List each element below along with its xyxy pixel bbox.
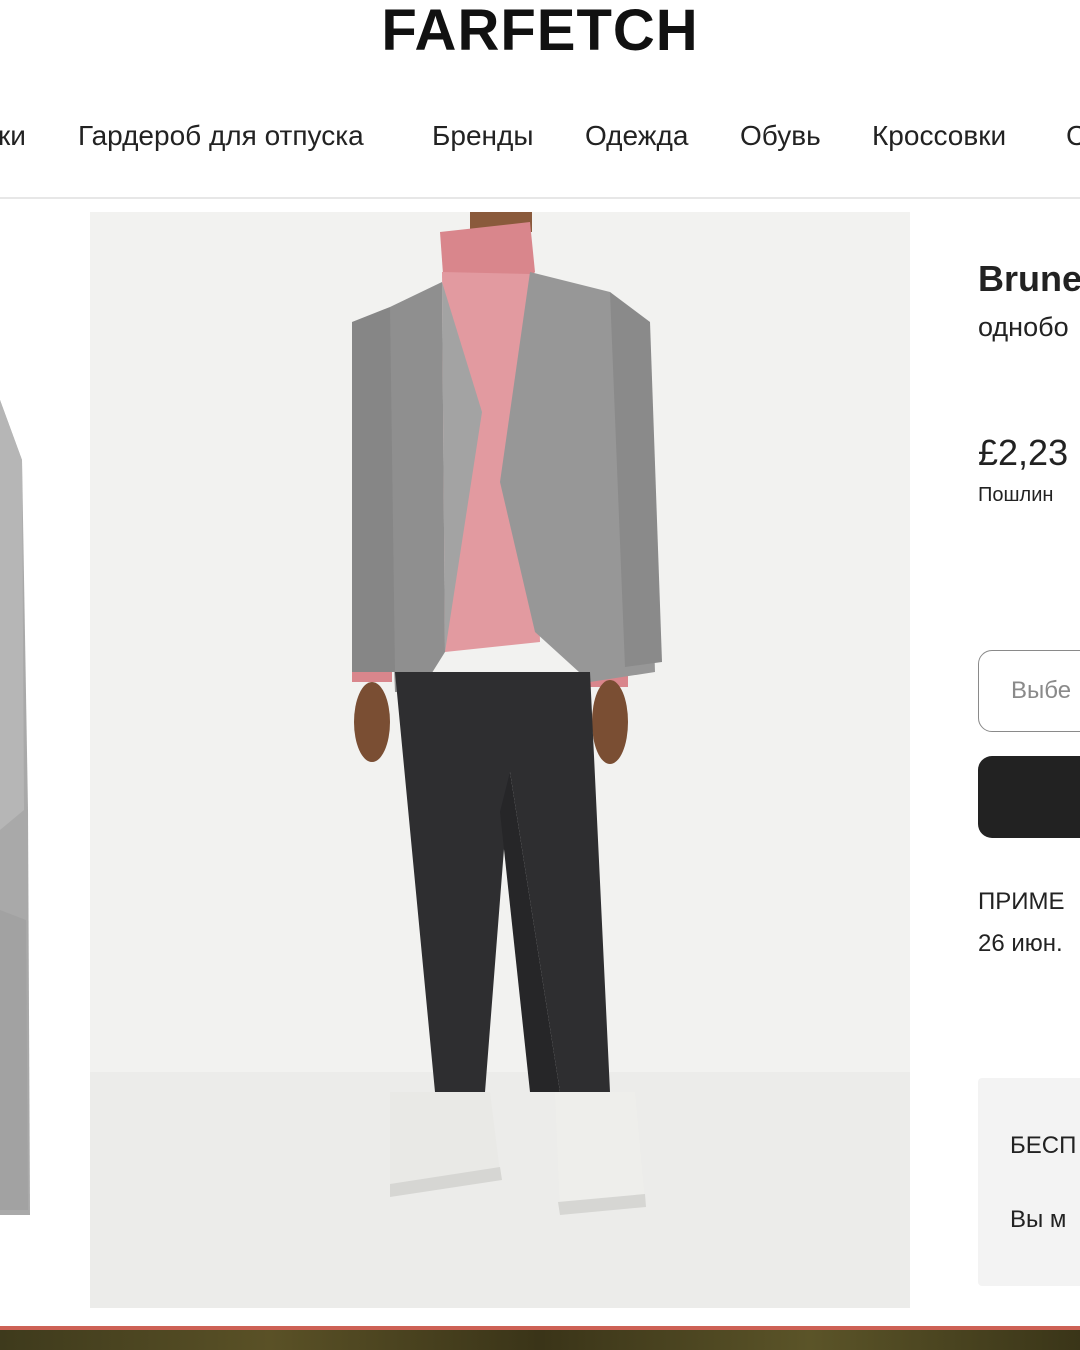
product-page: FARFETCH ки Гардероб для отпуска Бренды … [0,0,1080,1350]
nav-item-partial-right[interactable]: С [1066,110,1080,162]
duties-note: Пошлин [978,484,1054,506]
add-to-bag-button[interactable] [978,756,1080,838]
nav-item-sneakers[interactable]: Кроссовки [872,110,1006,162]
delivery-estimate-label: ПРИМЕ [978,888,1065,915]
delivery-estimate-date: 26 июн. [978,930,1063,957]
free-returns-promo [978,1078,1080,1286]
main-navigation: ки Гардероб для отпуска Бренды Одежда Об… [0,110,1080,162]
promo-title: БЕСП [1010,1132,1077,1159]
product-price: £2,23 [978,432,1069,473]
model-illustration [90,212,910,1308]
product-main-image[interactable] [90,212,910,1308]
bottom-image-strip [0,1330,1080,1350]
nav-item-brands[interactable]: Бренды [432,110,533,162]
product-description: однобо [978,312,1069,342]
promo-text: Вы м [1010,1206,1067,1233]
nav-item-clothing[interactable]: Одежда [585,110,688,162]
nav-item-vacation-wardrobe[interactable]: Гардероб для отпуска [78,110,364,162]
nav-item-shoes[interactable]: Обувь [740,110,821,162]
header-divider [0,197,1080,199]
previous-image-thumbnail[interactable] [0,210,32,1220]
farfetch-logo[interactable]: FARFETCH [0,0,1080,62]
size-select-dropdown[interactable]: Выбе [978,650,1080,732]
product-brand[interactable]: Brune [978,258,1080,300]
nav-item-partial-left[interactable]: ки [0,110,26,162]
